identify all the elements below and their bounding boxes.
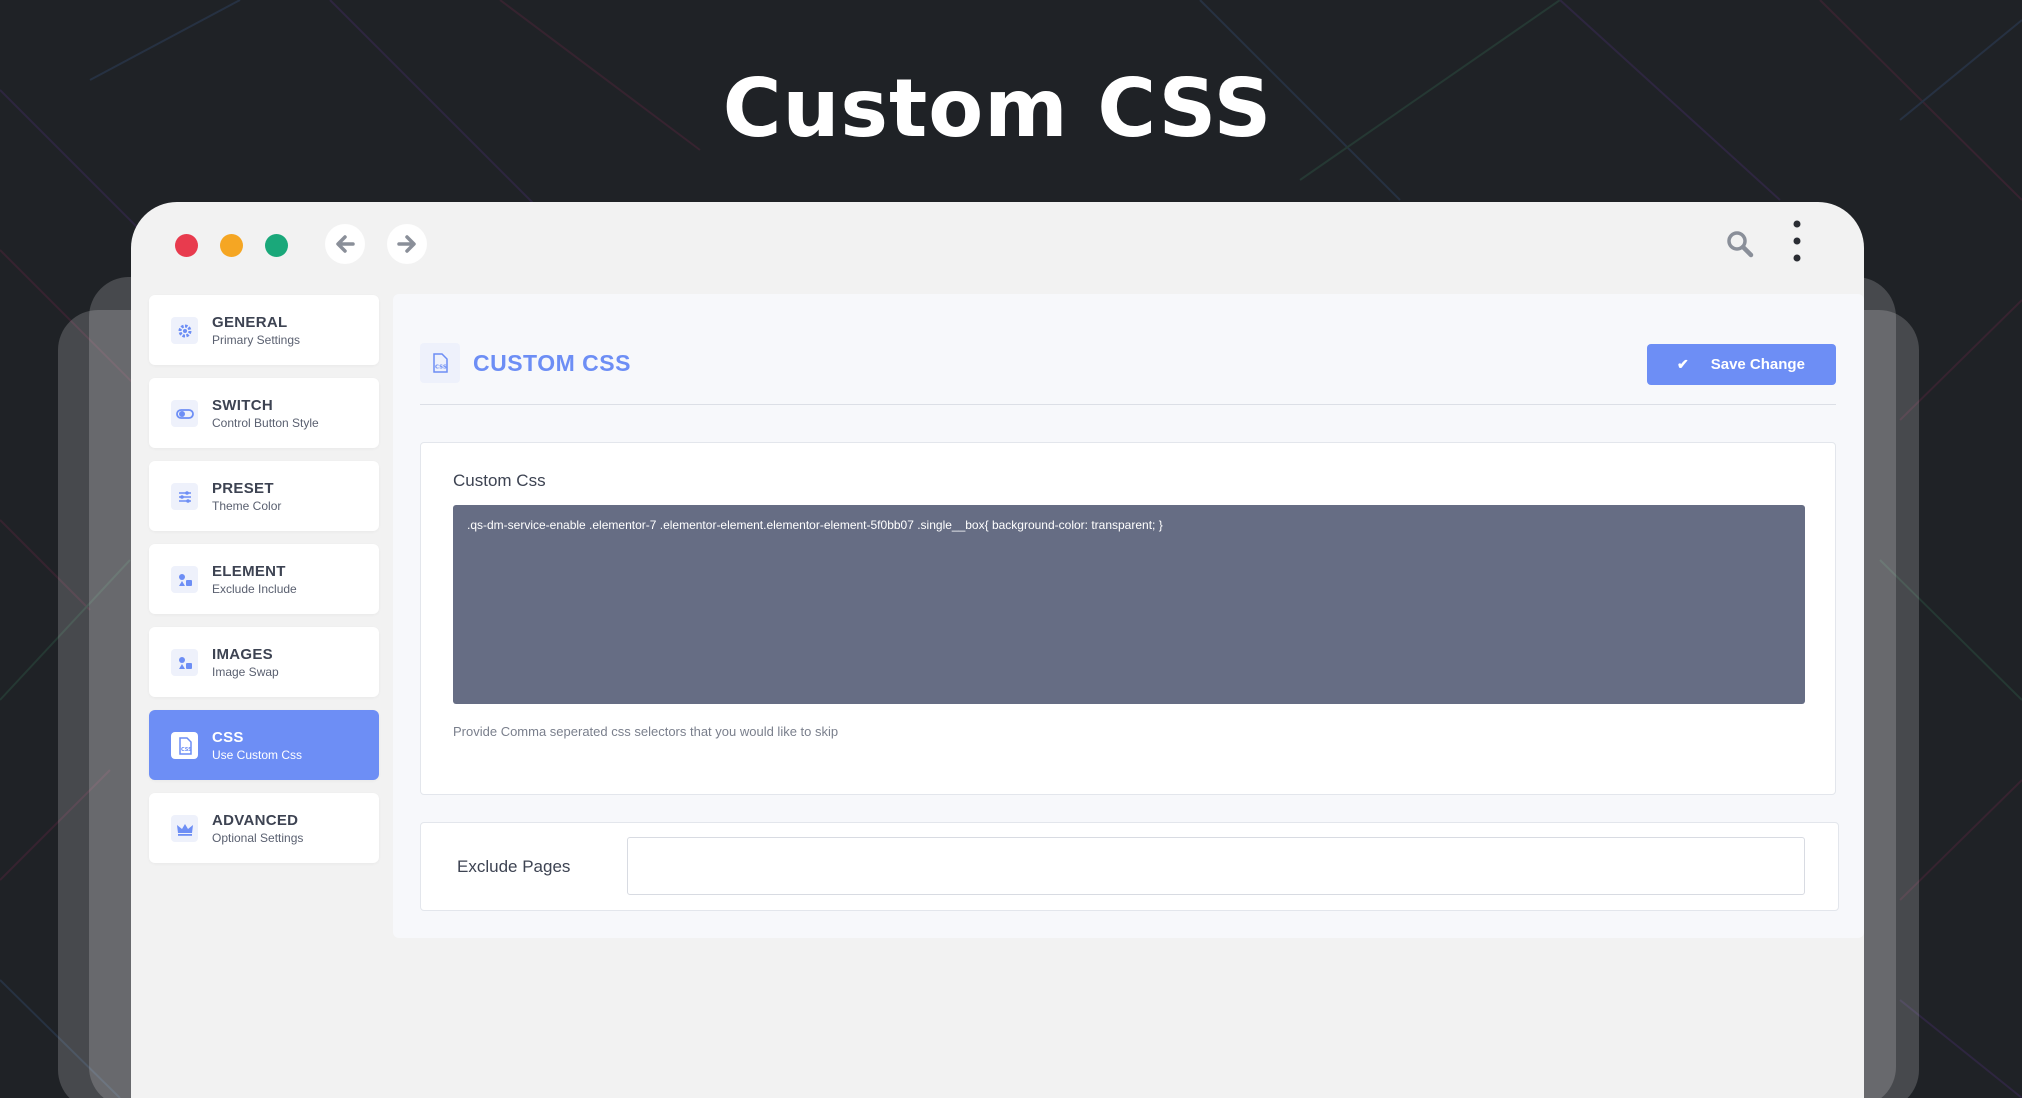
sidebar-item-subtitle: Exclude Include	[212, 582, 297, 596]
forward-button[interactable]	[387, 224, 427, 264]
sidebar-item-title: PRESET	[212, 480, 274, 497]
settings-sidebar: GENERAL Primary Settings SWITCH Control …	[149, 295, 379, 876]
custom-css-label: Custom Css	[453, 471, 546, 490]
sidebar-item-subtitle: Use Custom Css	[212, 748, 303, 762]
sidebar-item-images[interactable]: IMAGES Image Swap	[149, 627, 379, 697]
save-change-label: Save Change	[1710, 356, 1805, 373]
gear-icon	[171, 317, 198, 344]
custom-css-card: Custom Css .qs-dm-service-enable .elemen…	[420, 442, 1836, 795]
back-button[interactable]	[325, 224, 365, 264]
custom-css-help-text: Provide Comma seperated css selectors th…	[453, 724, 839, 739]
shapes-icon	[171, 566, 198, 593]
section-title: CUSTOM CSS	[473, 350, 631, 376]
custom-css-textarea[interactable]: .qs-dm-service-enable .elementor-7 .elem…	[453, 505, 1805, 704]
sidebar-item-switch[interactable]: SWITCH Control Button Style	[149, 378, 379, 448]
page-title: Custom CSS	[722, 62, 1273, 155]
sidebar-item-subtitle: Image Swap	[212, 665, 279, 679]
sidebar-item-title: GENERAL	[212, 314, 288, 331]
sidebar-item-css[interactable]: CSS CSS Use Custom Css	[149, 710, 379, 780]
sidebar-item-subtitle: Theme Color	[212, 499, 282, 513]
crown-icon	[171, 815, 198, 842]
header-divider	[420, 404, 1836, 405]
css-file-icon: CSS	[171, 732, 198, 759]
toggle-icon	[171, 400, 198, 427]
sliders-icon	[171, 483, 198, 510]
sidebar-item-general[interactable]: GENERAL Primary Settings	[149, 295, 379, 365]
arrow-right-icon	[397, 235, 416, 253]
shapes-icon	[171, 649, 198, 676]
arrow-left-icon	[336, 235, 355, 253]
sidebar-item-advanced[interactable]: ADVANCED Optional Settings	[149, 793, 379, 863]
check-icon: ✔	[1677, 356, 1689, 372]
sidebar-item-title: ADVANCED	[212, 812, 299, 829]
browser-window: GENERAL Primary Settings SWITCH Control …	[131, 202, 1864, 1098]
sidebar-item-title: IMAGES	[212, 646, 273, 663]
sidebar-item-subtitle: Control Button Style	[212, 416, 319, 430]
sidebar-item-element[interactable]: ELEMENT Exclude Include	[149, 544, 379, 614]
svg-text:CSS: CSS	[181, 747, 192, 753]
vertical-dots-icon[interactable]	[1791, 218, 1803, 264]
css-file-icon: CSS	[420, 343, 460, 383]
browser-titlebar	[131, 202, 1864, 292]
svg-text:CSS: CSS	[435, 365, 447, 371]
exclude-pages-label: Exclude Pages	[457, 857, 571, 876]
search-icon[interactable]	[1725, 229, 1755, 259]
exclude-pages-card: Exclude Pages	[420, 822, 1839, 911]
sidebar-item-subtitle: Primary Settings	[212, 333, 301, 347]
main-panel: CSS CUSTOM CSS ✔ Save Change Custom Css …	[393, 294, 1864, 938]
save-change-button[interactable]: ✔ Save Change	[1647, 344, 1836, 385]
minimize-window-dot[interactable]	[220, 234, 243, 257]
exclude-pages-input[interactable]	[627, 837, 1805, 895]
maximize-window-dot[interactable]	[265, 234, 288, 257]
sidebar-item-title: ELEMENT	[212, 563, 286, 580]
sidebar-item-subtitle: Optional Settings	[212, 831, 304, 845]
sidebar-item-preset[interactable]: PRESET Theme Color	[149, 461, 379, 531]
sidebar-item-title: CSS	[212, 729, 244, 746]
close-window-dot[interactable]	[175, 234, 198, 257]
sidebar-item-title: SWITCH	[212, 397, 273, 414]
